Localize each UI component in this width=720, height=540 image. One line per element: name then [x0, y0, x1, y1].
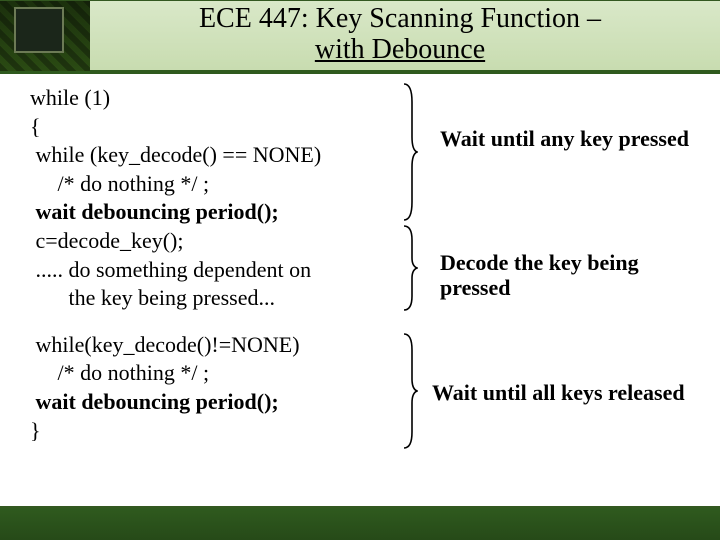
- code-line: while (key_decode() == NONE): [30, 141, 420, 170]
- slide-header: ECE 447: Key Scanning Function – with De…: [0, 0, 720, 74]
- code-line: ..... do something dependent on: [30, 256, 420, 285]
- code-line: /* do nothing */ ;: [30, 170, 420, 199]
- slide-title: ECE 447: Key Scanning Function – with De…: [90, 4, 720, 68]
- code-line: while(key_decode()!=NONE): [30, 331, 420, 360]
- annotation-decode: Decode the key being pressed: [440, 250, 700, 301]
- code-line: c=decode_key();: [30, 227, 420, 256]
- code-line: }: [30, 417, 420, 446]
- code-line: {: [30, 113, 420, 142]
- annotation-wait-press: Wait until any key pressed: [440, 126, 689, 151]
- annotation-wait-release: Wait until all keys released: [432, 380, 685, 405]
- slide-footer: [0, 506, 720, 540]
- code-line: wait debouncing period();: [30, 388, 420, 417]
- code-line: while (1): [30, 84, 420, 113]
- brace-icon: [400, 224, 414, 312]
- code-line: /* do nothing */ ;: [30, 359, 420, 388]
- chip-thumbnail: [0, 1, 90, 71]
- title-line-2: with Debounce: [315, 34, 485, 65]
- code-blank-line: [30, 313, 420, 331]
- slide-body: while (1) { while (key_decode() == NONE)…: [0, 74, 720, 445]
- code-block: while (1) { while (key_decode() == NONE)…: [30, 84, 420, 445]
- title-line-1: ECE 447: Key Scanning Function –: [199, 3, 601, 34]
- brace-icon: [400, 332, 414, 450]
- brace-icon: [400, 82, 414, 222]
- code-line: wait debouncing period();: [30, 198, 420, 227]
- code-line: the key being pressed...: [30, 284, 420, 313]
